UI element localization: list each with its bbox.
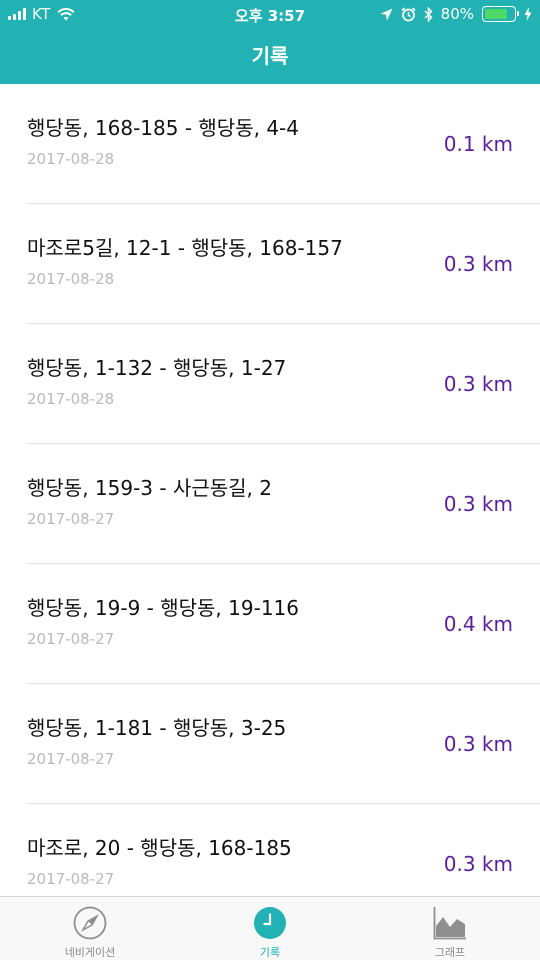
tab-label: 그래프 — [434, 946, 466, 959]
list-item[interactable]: 마조로5길, 12-1 - 행당동, 168-157 2017-08-28 0.3 … — [27, 204, 540, 324]
location-arrow-icon — [380, 8, 393, 21]
charging-bolt-icon — [524, 7, 532, 21]
record-route: 행당동, 159-3 - 사근동길, 2 — [27, 476, 273, 500]
record-route: 행당동, 168-185 - 행당동, 4-4 — [27, 116, 299, 140]
list-item[interactable]: 행당동, 1-181 - 행당동, 3-25 2017-08-27 0.3 km — [27, 684, 540, 804]
record-date: 2017-08-28 — [27, 270, 115, 288]
record-route: 행당동, 1-132 - 행당동, 1-27 — [27, 356, 287, 380]
record-distance: 0.3 km — [443, 252, 513, 276]
record-list[interactable]: 행당동, 168-185 - 행당동, 4-4 2017-08-28 0.1 km 마… — [0, 84, 540, 896]
record-date: 2017-08-27 — [27, 750, 115, 768]
status-bar: KT 오후 3:57 80% — [0, 0, 540, 28]
tab-bar: 네비게이션 기록 그래프 — [0, 896, 540, 960]
bluetooth-icon — [424, 6, 433, 22]
list-item[interactable]: 행당동, 19-9 - 행당동, 19-116 2017-08-27 0.4 km — [27, 564, 540, 684]
record-distance: 0.3 km — [443, 492, 513, 516]
alarm-clock-icon — [401, 6, 416, 22]
status-right: 80% — [380, 5, 532, 23]
record-date: 2017-08-28 — [27, 390, 115, 408]
record-distance: 0.4 km — [443, 612, 513, 636]
tab-label: 기록 — [259, 946, 281, 959]
record-distance: 0.3 km — [443, 732, 513, 756]
app-root: KT 오후 3:57 80% 기록 행당동, 168-185 - 행당동, 4-… — [0, 0, 540, 960]
header: KT 오후 3:57 80% 기록 — [0, 0, 540, 84]
battery-icon — [482, 6, 519, 22]
compass-icon — [73, 906, 107, 944]
record-date: 2017-08-27 — [27, 510, 115, 528]
tab-records[interactable]: 기록 — [180, 897, 360, 960]
battery-percent: 80% — [440, 5, 474, 23]
record-route: 행당동, 1-181 - 행당동, 3-25 — [27, 716, 287, 740]
tab-graph[interactable]: 그래프 — [360, 897, 540, 960]
page-title: 기록 — [251, 44, 289, 68]
list-item[interactable]: 행당동, 168-185 - 행당동, 4-4 2017-08-28 0.1 km — [27, 84, 540, 204]
clock-icon — [253, 906, 287, 944]
record-date: 2017-08-27 — [27, 870, 115, 888]
record-distance: 0.3 km — [443, 852, 513, 876]
record-route: 마조로5길, 12-1 - 행당동, 168-157 — [27, 236, 343, 260]
record-distance: 0.3 km — [443, 372, 513, 396]
tab-label: 네비게이션 — [64, 946, 116, 959]
list-item[interactable]: 마조로, 20 - 행당동, 168-185 2017-08-27 0.3 km — [27, 804, 540, 896]
list-item[interactable]: 행당동, 159-3 - 사근동길, 2 2017-08-27 0.3 km — [27, 444, 540, 564]
battery-fill — [484, 8, 507, 19]
tab-navigation[interactable]: 네비게이션 — [0, 897, 180, 960]
record-date: 2017-08-27 — [27, 630, 115, 648]
record-date: 2017-08-28 — [27, 150, 115, 168]
record-route: 행당동, 19-9 - 행당동, 19-116 — [27, 596, 299, 620]
list-item[interactable]: 행당동, 1-132 - 행당동, 1-27 2017-08-28 0.3 km — [27, 324, 540, 444]
record-distance: 0.1 km — [443, 132, 513, 156]
area-chart-icon — [433, 906, 467, 944]
record-route: 마조로, 20 - 행당동, 168-185 — [27, 836, 292, 860]
